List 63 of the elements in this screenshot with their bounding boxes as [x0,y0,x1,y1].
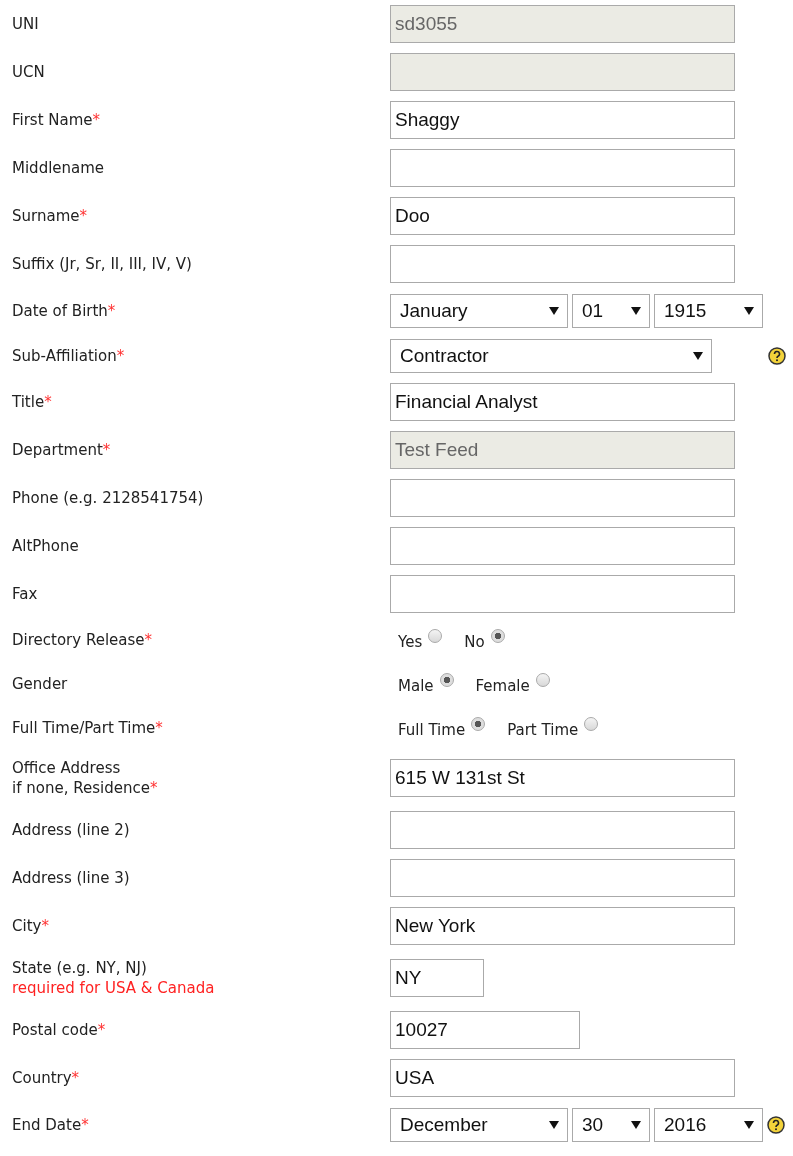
field-label: Gender [12,674,69,694]
field-label: Middlename [12,158,106,178]
text-input[interactable] [390,479,735,517]
field-label: Suffix (Jr, Sr, II, III, IV, V) [12,254,193,274]
field-label: AltPhone [12,536,80,556]
text-input[interactable]: Shaggy [390,101,735,139]
text-input[interactable] [390,575,735,613]
radio-option[interactable]: Full Time [398,717,486,739]
field-label: Fax [12,584,39,604]
field-label: Postal code* [12,1020,107,1040]
field-label: Surname* [12,206,88,226]
text-input[interactable]: Doo [390,197,735,235]
dropdown-select[interactable]: December [390,1107,568,1142]
field-label: End Date* [12,1114,90,1135]
field-label: Department* [12,440,112,460]
field-label: Country* [12,1068,81,1088]
dropdown-arrow-icon [744,1120,754,1129]
text-input[interactable] [390,245,735,283]
radio-option[interactable]: Female [475,673,550,695]
text-input[interactable]: New York [390,907,735,945]
radio-option[interactable]: No [464,629,505,651]
dropdown-select[interactable]: 1915 [654,293,763,328]
dropdown-select[interactable]: 2016 [654,1107,763,1142]
text-input[interactable]: NY [390,959,484,997]
radio-option[interactable]: Part Time [507,717,599,739]
dropdown-arrow-icon [631,306,641,315]
field-label: UNI [12,14,40,34]
field-label: Phone (e.g. 2128541754) [12,488,205,508]
dropdown-select[interactable]: 30 [572,1107,650,1142]
help-icon[interactable] [768,346,786,365]
dropdown-arrow-icon [693,351,703,360]
field-label: State (e.g. NY, NJ) [12,958,148,978]
field-label: Office Address [12,758,122,778]
radio-option[interactable]: Male [398,673,454,695]
dropdown-select[interactable]: Contractor [390,338,712,373]
field-label: Address (line 3) [12,868,131,888]
field-label: Title* [12,392,53,412]
field-label: Directory Release* [12,630,153,650]
warning-text: required for USA & Canada [12,978,216,998]
text-input[interactable]: 615 W 131st St [390,759,735,797]
text-input[interactable] [390,811,735,849]
field-label: UCN [12,62,46,82]
dropdown-arrow-icon [744,306,754,315]
field-label: Full Time/Part Time* [12,718,164,738]
dropdown-arrow-icon [631,1120,641,1129]
radio-option[interactable]: Yes [398,629,443,651]
help-icon[interactable] [767,1115,785,1134]
text-input[interactable] [390,149,735,187]
dropdown-select[interactable]: January [390,293,568,328]
field-label: if none, Residence* [12,778,159,798]
text-input[interactable] [390,527,735,565]
text-input[interactable] [390,859,735,897]
dropdown-arrow-icon [549,306,559,315]
dropdown-select[interactable]: 01 [572,293,650,328]
text-input[interactable]: 10027 [390,1011,580,1049]
field-label: City* [12,916,50,936]
field-label: Sub-Affiliation* [12,345,126,366]
field-label: Date of Birth* [12,300,117,321]
text-input[interactable]: USA [390,1059,735,1097]
text-input[interactable]: Financial Analyst [390,383,735,421]
field-label: Address (line 2) [12,820,131,840]
field-label: First Name* [12,110,102,130]
dropdown-arrow-icon [549,1120,559,1129]
